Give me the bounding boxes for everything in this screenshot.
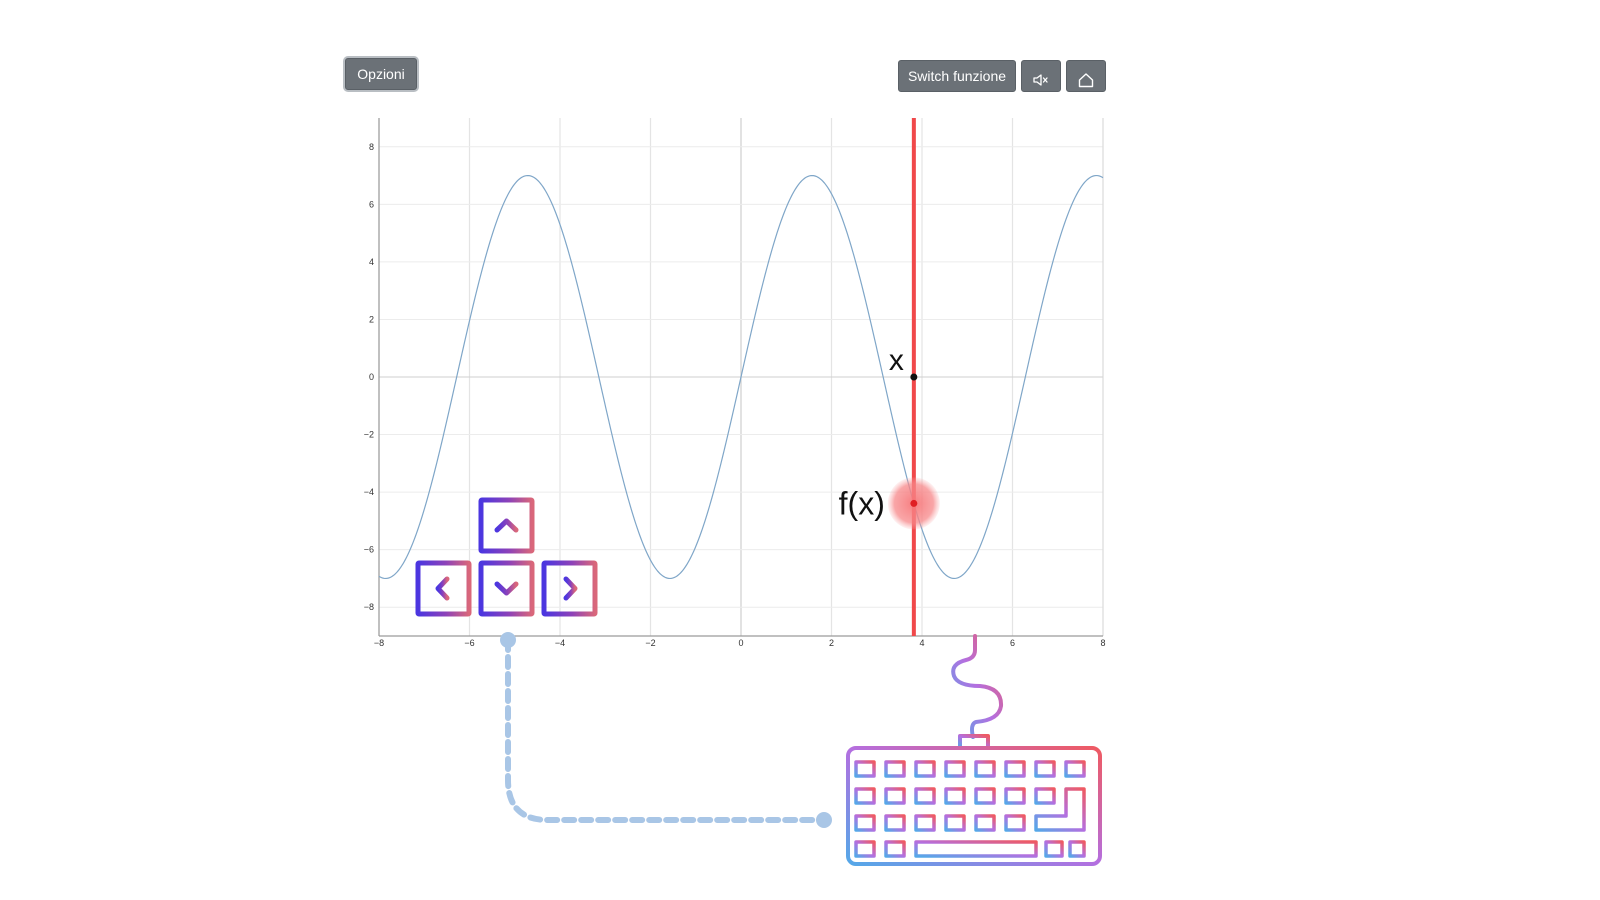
keyboard-icon bbox=[846, 634, 1102, 866]
y-tick-label: 6 bbox=[369, 199, 374, 209]
x-tick-label: 2 bbox=[829, 638, 834, 648]
x-marker-label: x bbox=[889, 344, 904, 377]
x-tick-label: 8 bbox=[1100, 638, 1105, 648]
fx-point bbox=[910, 499, 918, 507]
up-arrow-key-icon[interactable] bbox=[478, 497, 535, 554]
connector-line bbox=[500, 632, 832, 828]
x-tick-label: 6 bbox=[1010, 638, 1015, 648]
x-tick-labels: −8 −6 −4 −2 0 2 4 6 8 bbox=[374, 638, 1106, 648]
x-tick-label: −2 bbox=[645, 638, 655, 648]
x-point bbox=[910, 373, 918, 381]
y-tick-label: 0 bbox=[369, 372, 374, 382]
y-tick-label: 2 bbox=[369, 314, 374, 324]
x-tick-label: −4 bbox=[555, 638, 565, 648]
x-tick-label: −8 bbox=[374, 638, 384, 648]
x-tick-label: −6 bbox=[464, 638, 474, 648]
y-tick-label: −8 bbox=[364, 602, 374, 612]
x-tick-label: 0 bbox=[738, 638, 743, 648]
right-arrow-key-icon[interactable] bbox=[541, 560, 598, 617]
y-tick-labels: −8 −6 −4 −2 0 2 4 6 8 bbox=[364, 142, 374, 612]
fx-marker-label: f(x) bbox=[839, 485, 885, 521]
y-tick-label: −2 bbox=[364, 430, 374, 440]
down-arrow-key-icon[interactable] bbox=[478, 560, 535, 617]
y-tick-label: −6 bbox=[364, 545, 374, 555]
arrow-keys bbox=[415, 497, 598, 617]
y-tick-label: −4 bbox=[364, 487, 374, 497]
y-tick-label: 8 bbox=[369, 142, 374, 152]
function-explorer-scene: −8 −6 −4 −2 0 2 4 6 8 −8 −6 −4 −2 0 2 4 6 8 x f(x) bbox=[364, 118, 1106, 866]
function-chart[interactable]: −8 −6 −4 −2 0 2 4 6 8 −8 −6 −4 −2 0 2 4 6 8 x f(x) bbox=[364, 118, 1106, 648]
left-arrow-key-icon[interactable] bbox=[415, 560, 472, 617]
x-tick-label: 4 bbox=[919, 638, 924, 648]
y-tick-label: 4 bbox=[369, 257, 374, 267]
